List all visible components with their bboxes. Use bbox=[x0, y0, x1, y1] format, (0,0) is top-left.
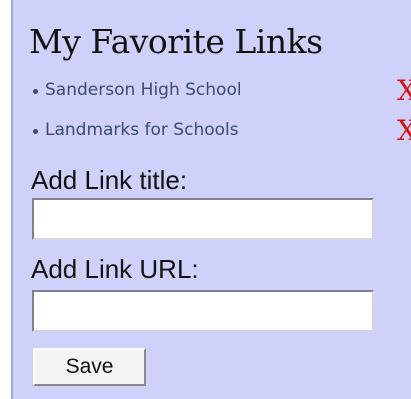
remove-link-icon[interactable]: X bbox=[397, 74, 411, 107]
link-list-item: Sanderson High School X bbox=[29, 74, 411, 107]
add-link-url-input[interactable] bbox=[32, 290, 374, 332]
bullet-icon bbox=[33, 89, 38, 94]
add-link-title-input[interactable] bbox=[32, 198, 374, 240]
favorite-links-panel: My Favorite Links Sanderson High School … bbox=[11, 0, 411, 399]
bullet-icon bbox=[33, 129, 38, 134]
panel-title: My Favorite Links bbox=[29, 22, 323, 61]
link-list-item: Landmarks for Schools X bbox=[29, 114, 411, 147]
favorite-link-sanderson[interactable]: Sanderson High School bbox=[45, 80, 242, 100]
remove-link-icon[interactable]: X bbox=[397, 114, 411, 147]
favorite-link-landmarks[interactable]: Landmarks for Schools bbox=[45, 120, 239, 140]
add-link-url-label: Add Link URL: bbox=[31, 254, 199, 284]
add-link-title-label: Add Link title: bbox=[31, 165, 188, 195]
save-button[interactable]: Save bbox=[33, 348, 146, 386]
